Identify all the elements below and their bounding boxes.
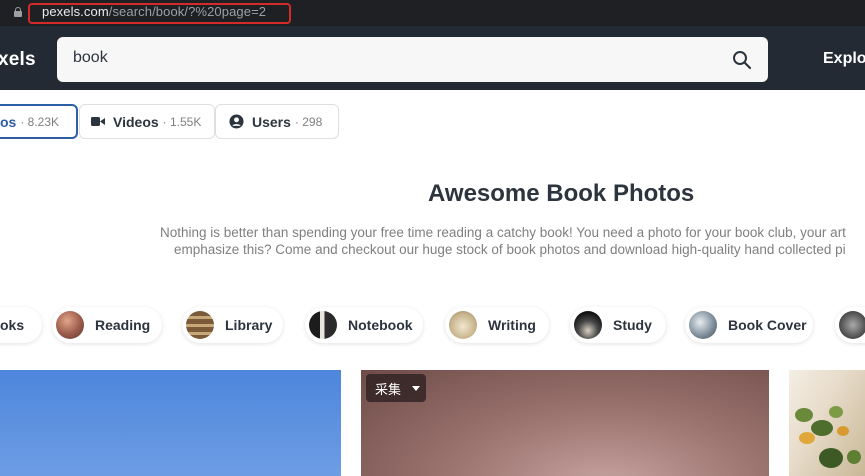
reading-thumbnail	[56, 311, 84, 339]
photo-tile-sky[interactable]	[0, 370, 341, 476]
category-chip-book-cover[interactable]: Book Cover	[685, 307, 813, 343]
tab-users[interactable]: Users · 298	[215, 104, 339, 139]
category-chip-label: Notebook	[348, 317, 413, 333]
library-thumbnail	[186, 311, 214, 339]
chevron-down-icon	[412, 385, 421, 391]
page-description-line-1: Nothing is better than spending your fre…	[160, 225, 846, 240]
tab-videos-label: Videos	[113, 113, 159, 130]
category-chip-reading[interactable]: Reading	[52, 307, 162, 343]
category-chip-label: Book Cover	[728, 317, 807, 333]
category-chip-label: Library	[225, 317, 273, 333]
collect-button-label: 采集	[375, 382, 402, 398]
category-chip-library[interactable]: Library	[182, 307, 283, 343]
category-chip-label: oks	[0, 317, 25, 333]
book-cover-thumbnail	[689, 311, 717, 339]
search-icon[interactable]	[732, 50, 752, 70]
collect-button[interactable]: 采集	[366, 374, 426, 402]
lock-icon	[14, 7, 22, 17]
category-chip-label: Writing	[488, 317, 536, 333]
category-chip-label: Reading	[95, 317, 151, 333]
explore-menu[interactable]: Explore	[823, 50, 865, 68]
more-thumbnail	[839, 311, 865, 339]
user-circle-icon	[229, 114, 244, 129]
notebook-thumbnail	[309, 311, 337, 339]
tab-users-count: · 298	[294, 114, 323, 129]
site-header: xels book Explore	[0, 26, 865, 90]
photo-tile-plant[interactable]	[789, 370, 865, 476]
study-thumbnail	[574, 311, 602, 339]
tab-videos[interactable]: Videos · 1.55K	[79, 104, 215, 139]
page-title: Awesome Book Photos	[428, 180, 695, 207]
browser-address-bar: pexels.com/search/book/?%20page=2	[0, 0, 865, 26]
logo[interactable]: xels	[0, 49, 36, 71]
category-chip-books[interactable]: oks	[0, 307, 42, 343]
tab-photos-count: · 8.23K	[20, 114, 60, 129]
category-chip-writing[interactable]: Writing	[445, 307, 549, 343]
search-input[interactable]: book	[73, 49, 108, 67]
tab-users-label: Users	[252, 113, 291, 130]
page-description-line-2: emphasize this? Come and checkout our hu…	[174, 242, 846, 257]
tab-photos-label: os	[0, 113, 17, 130]
url-highlight-box	[28, 3, 291, 24]
video-camera-icon	[91, 117, 105, 126]
tab-videos-count: · 1.55K	[162, 114, 202, 129]
category-chip-more[interactable]	[835, 307, 865, 343]
tab-photos[interactable]: os · 8.23K	[0, 104, 78, 139]
category-chip-notebook[interactable]: Notebook	[305, 307, 423, 343]
category-chip-label: Study	[613, 317, 652, 333]
search-box[interactable]: book	[57, 37, 768, 82]
writing-thumbnail	[449, 311, 477, 339]
category-chip-study[interactable]: Study	[570, 307, 666, 343]
